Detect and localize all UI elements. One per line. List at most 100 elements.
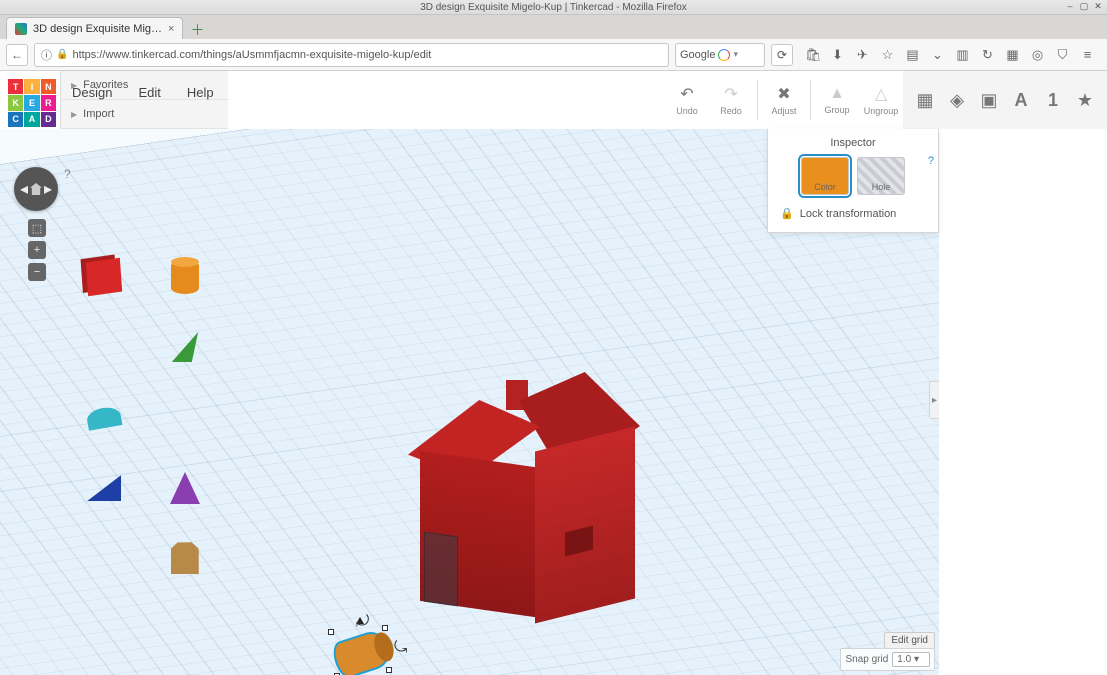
send-icon[interactable]: ✈ — [855, 47, 870, 63]
app-menubar: Design Edit Help — [60, 79, 226, 106]
app-toolbar-right: ↶ Undo ↷ Redo ✖ Adjust ▲ Group △ Ungroup… — [665, 71, 1107, 129]
rotate-handle-icon[interactable]: ⤿ — [394, 639, 407, 657]
zoom-out-button[interactable]: − — [28, 263, 46, 281]
view-mode-bar: ▦ ◈ ▣ A 1 ★ — [903, 71, 1107, 129]
cone-icon — [170, 472, 200, 504]
pocket-icon[interactable]: ⌄ — [930, 47, 945, 63]
lock-label: Lock transformation — [800, 208, 897, 220]
ext-icon-1[interactable]: 🛍 — [805, 47, 820, 63]
grid-icon[interactable]: ▦ — [1005, 47, 1020, 63]
window-title: 3D design Exquisite Migelo-Kup | Tinkerc… — [420, 2, 687, 13]
number-1-icon[interactable]: 1 — [1043, 90, 1063, 111]
snap-grid-label: Snap grid — [845, 654, 888, 665]
library-icon[interactable]: ▤ — [905, 47, 920, 63]
selected-cylinder[interactable]: ⤾ ⤿ ⤾ — [326, 619, 406, 675]
tinkercad-logo[interactable]: T I N K E R C A D — [8, 79, 56, 127]
ungroup-button[interactable]: △ Ungroup — [859, 78, 903, 122]
downloads-icon[interactable]: ⬇ — [830, 47, 845, 63]
group-icon: ▲ — [829, 85, 845, 103]
workplane-icon[interactable]: ▦ — [915, 90, 935, 111]
menu-design[interactable]: Design — [60, 79, 124, 106]
inspector-help-icon[interactable]: ? — [928, 155, 934, 167]
star-icon[interactable]: ★ — [1075, 90, 1095, 111]
logo-cell: C — [8, 112, 23, 127]
logo-cell: D — [41, 112, 56, 127]
sync-icon[interactable]: ↻ — [980, 47, 995, 63]
browser-tab[interactable]: 3D design Exquisite Mig… × — [6, 17, 183, 39]
orbit-left-icon[interactable]: ◂ — [20, 179, 28, 199]
edit-grid-button[interactable]: Edit grid — [884, 632, 935, 649]
ext-icon-2[interactable]: ◎ — [1030, 47, 1045, 63]
snap-grid-bar: Snap grid 1.0 ▾ — [840, 648, 935, 671]
adjust-icon: ✖ — [777, 84, 790, 104]
os-minimize-icon[interactable]: – — [1065, 1, 1075, 12]
os-close-icon[interactable]: ✕ — [1093, 1, 1103, 12]
undo-button[interactable]: ↶ Undo — [665, 78, 709, 122]
home-view-icon[interactable] — [30, 183, 42, 195]
reload-button[interactable]: ⟳ — [771, 44, 793, 66]
group-label: Group — [824, 105, 849, 115]
inspector-panel: Inspector ? Color Hole 🔒 Lock transforma… — [767, 129, 939, 233]
logo-cell: R — [41, 95, 56, 110]
tab-close-icon[interactable]: × — [168, 23, 174, 35]
lock-icon: 🔒 — [780, 207, 794, 220]
rotate-handle-icon[interactable]: ⤾ — [356, 613, 369, 631]
cube-icon[interactable]: ◈ — [947, 90, 967, 111]
adjust-label: Adjust — [771, 106, 796, 116]
logo-cell: K — [8, 95, 23, 110]
back-button[interactable]: ← — [6, 44, 28, 66]
shield-icon[interactable]: ⛉ — [1055, 47, 1070, 63]
search-dropdown-icon[interactable]: ▾ — [733, 49, 738, 60]
redo-icon: ↷ — [724, 84, 737, 104]
tinkercad-favicon-icon — [15, 23, 27, 35]
box-icon — [86, 258, 122, 296]
color-swatch[interactable]: Color — [801, 157, 849, 195]
chevron-right-icon: ▶ — [71, 110, 77, 119]
fit-view-button[interactable]: ⬚ — [28, 219, 46, 237]
bookmark-star-icon[interactable]: ☆ — [880, 47, 895, 63]
view-help-icon[interactable]: ? — [64, 167, 71, 181]
os-maximize-icon[interactable]: ▢ — [1079, 1, 1089, 12]
orbit-right-icon[interactable]: ▸ — [44, 179, 52, 199]
menu-edit[interactable]: Edit — [126, 79, 172, 106]
menu-help[interactable]: Help — [175, 79, 226, 106]
scale-handle[interactable] — [386, 667, 392, 673]
zoom-in-button[interactable]: + — [28, 241, 46, 259]
text-a-icon[interactable]: A — [1011, 90, 1031, 111]
new-tab-button[interactable]: ＋ — [187, 21, 207, 39]
house-model[interactable] — [410, 364, 640, 624]
tabstrip: 3D design Exquisite Mig… × ＋ — [0, 15, 1107, 39]
search-bar[interactable]: Google ▾ — [675, 43, 765, 67]
adjust-button[interactable]: ✖ Adjust — [762, 78, 806, 122]
house-side-shape — [535, 427, 635, 624]
divider — [757, 80, 758, 120]
url-bar[interactable]: ⓘ 🔒 https://www.tinkercad.com/things/aUs… — [34, 43, 669, 67]
redo-button[interactable]: ↷ Redo — [709, 78, 753, 122]
snap-grid-select[interactable]: 1.0 ▾ — [892, 652, 930, 667]
scale-handle[interactable] — [382, 625, 388, 631]
lock-transformation[interactable]: 🔒 Lock transformation — [776, 205, 930, 222]
logo-cell: T — [8, 79, 23, 94]
hole-swatch[interactable]: Hole — [857, 157, 905, 195]
google-icon — [718, 49, 730, 61]
cylinder-icon — [171, 260, 199, 294]
logo-cell: I — [24, 79, 39, 94]
url-text: https://www.tinkercad.com/things/aUsmmfj… — [72, 49, 662, 61]
scale-handle[interactable] — [328, 629, 334, 635]
viewcube[interactable]: ◂ ▸ — [14, 167, 58, 211]
door-shape — [424, 532, 458, 607]
logo-cell: N — [41, 79, 56, 94]
sidebar-collapse-handle[interactable]: ▸ — [929, 381, 939, 419]
redo-label: Redo — [720, 106, 742, 116]
tinkercad-app: T I N K E R C A D Design Edit Help ↶ Und… — [0, 71, 1107, 675]
undo-icon: ↶ — [680, 84, 693, 104]
group-button[interactable]: ▲ Group — [815, 79, 859, 121]
lock-icon: 🔒 — [56, 49, 68, 60]
undo-label: Undo — [676, 106, 698, 116]
hamburger-menu-icon[interactable]: ≡ — [1080, 47, 1095, 63]
ungroup-icon: △ — [875, 84, 887, 104]
ruler-icon[interactable]: ▣ — [979, 90, 999, 111]
divider — [810, 80, 811, 120]
inspector-title: Inspector — [776, 137, 930, 149]
reader-icon[interactable]: ▥ — [955, 47, 970, 63]
